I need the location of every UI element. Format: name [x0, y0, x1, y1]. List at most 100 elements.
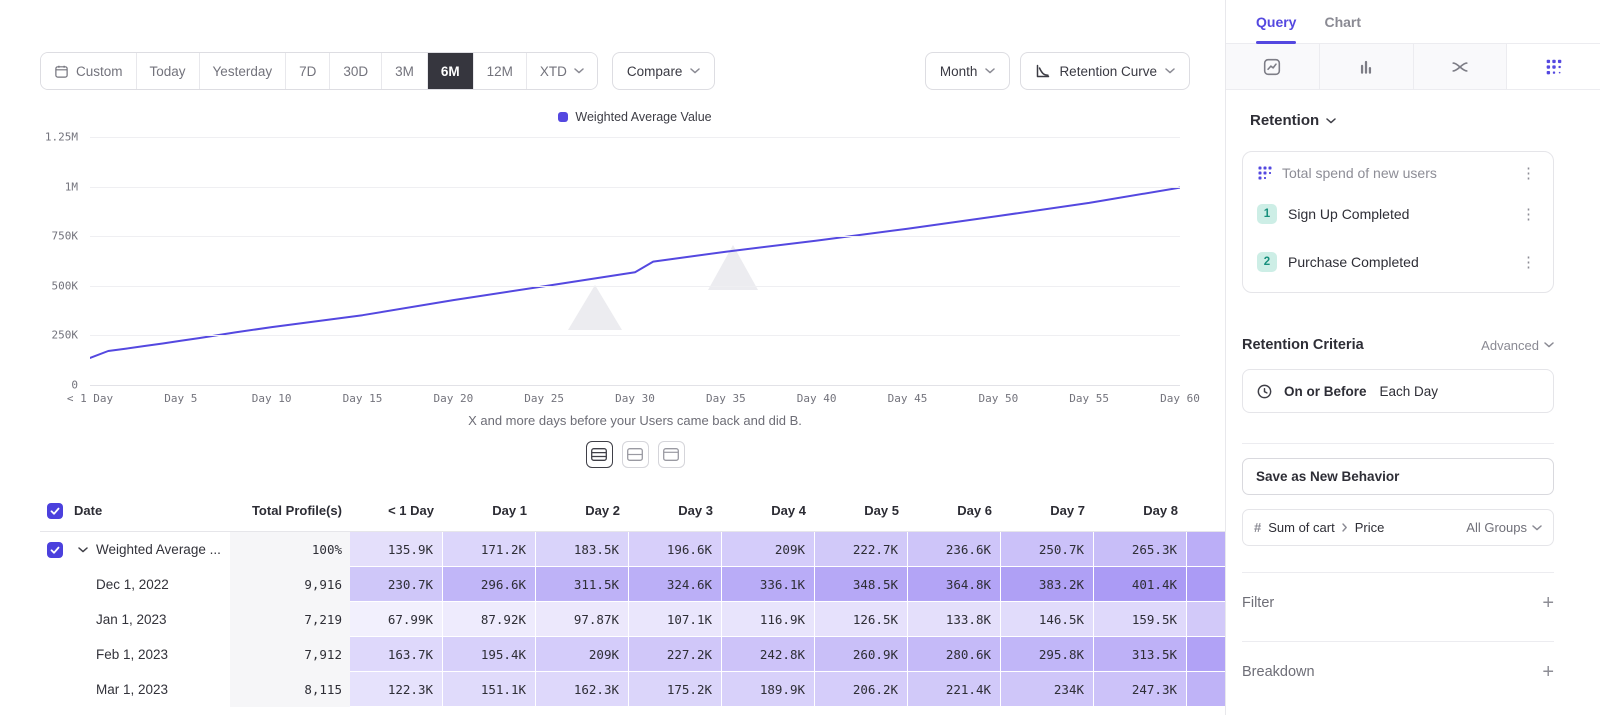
- heatmap-cell: 324.6K: [629, 567, 722, 602]
- total-profiles-cell: 100%: [230, 532, 350, 567]
- x-axis: < 1 DayDay 5Day 10Day 15Day 20Day 25Day …: [90, 392, 1180, 407]
- y-axis-label: 1M: [32, 180, 78, 193]
- chart: Weighted Average Value 1.25M1M750K500K25…: [40, 110, 1225, 468]
- date-column-header: Date: [70, 490, 230, 531]
- heatmap-cell-clipped: [1187, 672, 1225, 707]
- tab-chart[interactable]: Chart: [1324, 0, 1361, 43]
- date-range-xtd[interactable]: XTD: [526, 53, 597, 89]
- heatmap-cell: 250.7K: [1001, 532, 1094, 567]
- compare-button[interactable]: Compare: [612, 52, 716, 90]
- add-breakdown-button[interactable]: +: [1542, 662, 1554, 682]
- query-builder: Retention Total spend of new users ⋮ 1 S…: [1226, 90, 1600, 682]
- date-range-yesterday[interactable]: Yesterday: [199, 53, 286, 89]
- sidebar-tabs: Query Chart: [1226, 0, 1600, 44]
- granularity-button[interactable]: Month: [925, 52, 1011, 90]
- table-row[interactable]: Feb 1, 20237,912163.7K195.4K209K227.2K24…: [40, 637, 1225, 672]
- table-row[interactable]: Jan 1, 20237,21967.99K87.92K97.87K107.1K…: [40, 602, 1225, 637]
- row-expander-icon[interactable]: [74, 547, 92, 553]
- date-range-7d[interactable]: 7D: [285, 53, 329, 89]
- heatmap-cell: 183.5K: [536, 532, 629, 567]
- check-icon: [49, 505, 61, 517]
- x-axis-label: Day 60: [1160, 392, 1200, 405]
- x-axis-label: Day 55: [1069, 392, 1109, 405]
- date-range-12m[interactable]: 12M: [473, 53, 526, 89]
- retention-criteria-box[interactable]: On or Before Each Day: [1242, 369, 1554, 413]
- table-row[interactable]: Mar 1, 20238,115122.3K151.1K162.3K175.2K…: [40, 672, 1225, 707]
- x-axis-label: < 1 Day: [67, 392, 113, 405]
- x-axis-label: Day 35: [706, 392, 746, 405]
- heatmap-cell: 364.8K: [908, 567, 1001, 602]
- criteria-condition: On or Before: [1284, 384, 1367, 399]
- kebab-menu-icon[interactable]: ⋮: [1518, 255, 1539, 270]
- date-cell: Weighted Average ...: [70, 532, 230, 567]
- row-label: Weighted Average ...: [96, 542, 221, 557]
- row-checkbox-cell: [40, 637, 70, 672]
- gridline: [90, 236, 1180, 237]
- date-range-30d[interactable]: 30D: [329, 53, 381, 89]
- behavior-step-2[interactable]: 2 Purchase Completed ⋮: [1243, 238, 1553, 286]
- select-all-checkbox[interactable]: [47, 503, 63, 519]
- heatmap-cell: 221.4K: [908, 672, 1001, 707]
- heatmap-cell: 280.6K: [908, 637, 1001, 672]
- retention-section-header[interactable]: Retention: [1250, 112, 1554, 129]
- date-range-6m[interactable]: 6M: [427, 53, 473, 89]
- retention-tab[interactable]: [1507, 44, 1600, 89]
- date-cell: Feb 1, 2023: [70, 637, 230, 672]
- heatmap-cell: 265.3K: [1094, 532, 1187, 567]
- number-property-icon: #: [1254, 520, 1261, 535]
- row-checkbox-cell: [40, 532, 70, 567]
- gridline: [90, 187, 1180, 188]
- table-row[interactable]: Weighted Average ...100%135.9K171.2K183.…: [40, 532, 1225, 567]
- heatmap-cell-clipped: [1187, 567, 1225, 602]
- heatmap-cell: 195.4K: [443, 637, 536, 672]
- chevron-down-icon: [78, 547, 88, 553]
- chevron-down-icon: [1544, 342, 1554, 348]
- check-icon: [49, 544, 61, 556]
- chevron-down-icon: [1326, 118, 1336, 124]
- heatmap-cell: 247.3K: [1094, 672, 1187, 707]
- table-view-tall-button[interactable]: [658, 441, 685, 468]
- row-checkbox-cell: [40, 672, 70, 707]
- tab-query[interactable]: Query: [1256, 0, 1296, 43]
- heatmap-cell: 116.9K: [722, 602, 815, 637]
- flows-tab[interactable]: [1414, 44, 1508, 89]
- behavior-card-header[interactable]: Total spend of new users ⋮: [1243, 152, 1553, 190]
- table-row[interactable]: Dec 1, 20229,916230.7K296.6K311.5K324.6K…: [40, 567, 1225, 602]
- legend-label: Weighted Average Value: [575, 110, 711, 124]
- heatmap-cell: 313.5K: [1094, 637, 1187, 672]
- table-view-dense-button[interactable]: [586, 441, 613, 468]
- insights-tab[interactable]: [1226, 44, 1320, 89]
- y-axis-label: 0: [32, 379, 78, 392]
- row-checkbox-cell: [40, 567, 70, 602]
- heatmap-cell: 242.8K: [722, 637, 815, 672]
- table-view-medium-button[interactable]: [622, 441, 649, 468]
- select-all-cell: [40, 490, 70, 531]
- table-header-row: Date Total Profile(s) < 1 Day Day 1 Day …: [40, 490, 1225, 532]
- retention-curve-icon: [1035, 63, 1051, 79]
- gridline: [90, 385, 1180, 386]
- behavior-step-1[interactable]: 1 Sign Up Completed ⋮: [1243, 190, 1553, 238]
- heatmap-cell: 151.1K: [443, 672, 536, 707]
- heatmap-cell: 159.5K: [1094, 602, 1187, 637]
- measure-property-label: Price: [1355, 520, 1385, 535]
- measure-row[interactable]: # Sum of cart Price All Groups: [1242, 509, 1554, 546]
- kebab-menu-icon[interactable]: ⋮: [1518, 166, 1539, 181]
- heatmap-cell: 260.9K: [815, 637, 908, 672]
- heatmap-cell: 209K: [536, 637, 629, 672]
- date-range-today[interactable]: Today: [136, 53, 199, 89]
- date-range-3m[interactable]: 3M: [381, 53, 427, 89]
- date-range-custom[interactable]: Custom: [41, 53, 136, 89]
- all-groups-dropdown[interactable]: All Groups: [1466, 520, 1542, 535]
- kebab-menu-icon[interactable]: ⋮: [1518, 207, 1539, 222]
- row-checkbox[interactable]: [47, 542, 63, 558]
- heatmap-cell: 230.7K: [350, 567, 443, 602]
- y-axis-label: 1.25M: [32, 131, 78, 144]
- add-filter-button[interactable]: +: [1542, 593, 1554, 613]
- table-body: Weighted Average ...100%135.9K171.2K183.…: [40, 532, 1225, 707]
- save-as-new-behavior-button[interactable]: Save as New Behavior: [1242, 458, 1554, 495]
- behavior-grid-icon: [1257, 165, 1273, 181]
- row-label: Feb 1, 2023: [96, 647, 168, 662]
- funnels-tab[interactable]: [1320, 44, 1414, 89]
- chart-type-button[interactable]: Retention Curve: [1020, 52, 1190, 90]
- advanced-dropdown[interactable]: Advanced: [1481, 338, 1554, 353]
